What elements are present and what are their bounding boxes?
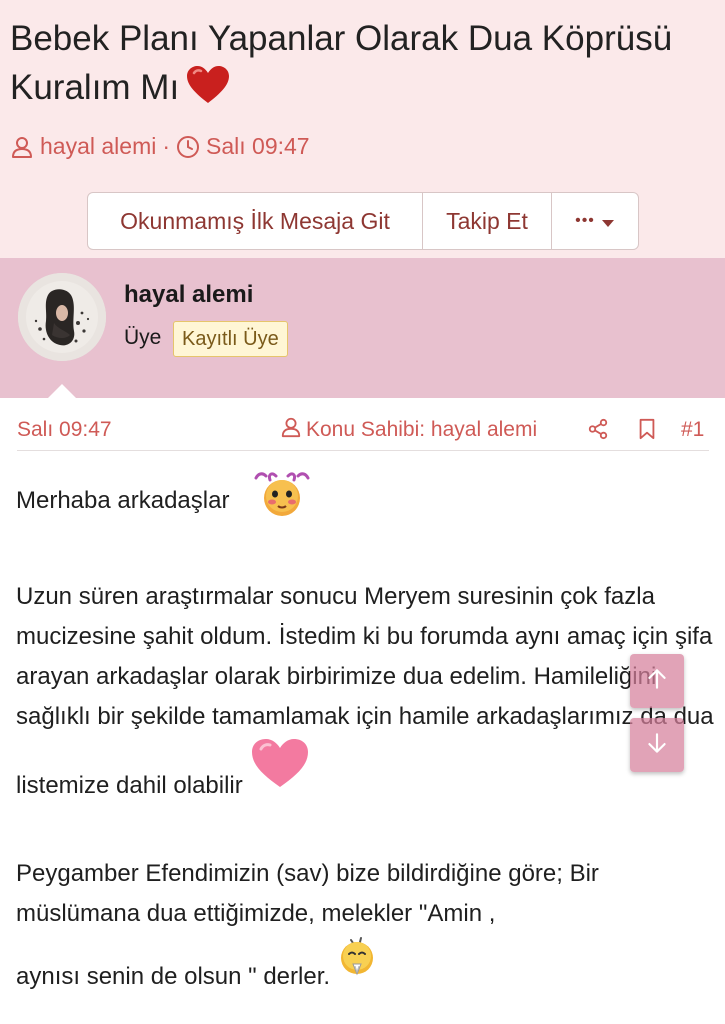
thread-time-link[interactable]: Salı 09:47: [206, 133, 310, 160]
post-username[interactable]: hayal alemi: [124, 281, 253, 309]
post-meta-bar: Salı 09:47 Konu Sahibi: hayal alemi #1: [17, 412, 707, 448]
thread-header: Bebek Planı Yapanlar Olarak Dua Köprüsü …: [0, 0, 725, 258]
post-greeting: Merhaba arkadaşlar: [16, 470, 716, 533]
avatar[interactable]: [18, 273, 106, 361]
thread-author-link[interactable]: hayal alemi: [40, 133, 156, 160]
red-heart-emoji-icon: [185, 65, 231, 118]
pink-heart-emoji-icon: [249, 737, 311, 802]
scroll-down-button[interactable]: [630, 718, 684, 772]
caret-down-icon: [601, 208, 615, 235]
post-pointer-notch: [48, 384, 76, 398]
thread-meta: hayal alemi · Salı 09:47: [10, 133, 310, 160]
thread-action-buttons: Okunmamış İlk Mesaja Git Takip Et •••: [87, 192, 639, 250]
praying-smiley-emoji-icon: [337, 934, 377, 993]
go-to-first-unread-button[interactable]: Okunmamış İlk Mesaja Git: [88, 193, 423, 249]
arrow-up-icon: [644, 666, 670, 697]
share-icon[interactable]: [587, 418, 609, 446]
thread-owner-label: Konu Sahibi: hayal alemi: [280, 416, 537, 444]
post-date-link[interactable]: Salı 09:47: [17, 418, 112, 442]
follow-button[interactable]: Takip Et: [423, 193, 552, 249]
meta-separator: ·: [162, 133, 171, 159]
post-paragraph-1: Uzun süren araştırmalar sonucu Meryem su…: [16, 577, 716, 806]
thread-title-text: Bebek Planı Yapanlar Olarak Dua Köprüsü …: [10, 19, 673, 107]
more-dots-label: •••: [575, 212, 595, 229]
post-user-band: [0, 258, 725, 398]
more-options-button[interactable]: •••: [552, 193, 638, 249]
shy-smiley-emoji-icon: [250, 470, 314, 533]
user-role: Üye: [124, 326, 162, 349]
post-meta-divider: [17, 450, 709, 451]
thread-title: Bebek Planı Yapanlar Olarak Dua Köprüsü …: [10, 14, 700, 118]
paragraph-1-text: Uzun süren araştırmalar sonucu Meryem su…: [16, 583, 714, 730]
greeting-text: Merhaba arkadaşlar: [16, 486, 230, 514]
bookmark-icon[interactable]: [637, 418, 657, 446]
post-paragraph-2: Peygamber Efendimizin (sav) bize bildird…: [16, 854, 716, 997]
paragraph-2-end-text: aynısı senin de olsun " derler.: [16, 963, 331, 990]
thread-owner-text: Konu Sahibi: hayal alemi: [306, 418, 538, 441]
user-icon: [10, 135, 34, 159]
paragraph-2-text: Peygamber Efendimizin (sav) bize bildird…: [16, 860, 599, 927]
clock-icon: [176, 135, 200, 159]
scroll-up-button[interactable]: [630, 654, 684, 708]
post-body: Merhaba arkadaşlar Uzun süren araştırmal…: [16, 470, 716, 997]
post-number-link[interactable]: #1: [681, 418, 704, 442]
arrow-down-icon: [644, 730, 670, 761]
user-badge: Kayıtlı Üye: [173, 321, 288, 357]
paragraph-1-end-text: listemize dahil olabilir: [16, 772, 243, 799]
user-icon: [280, 416, 302, 444]
